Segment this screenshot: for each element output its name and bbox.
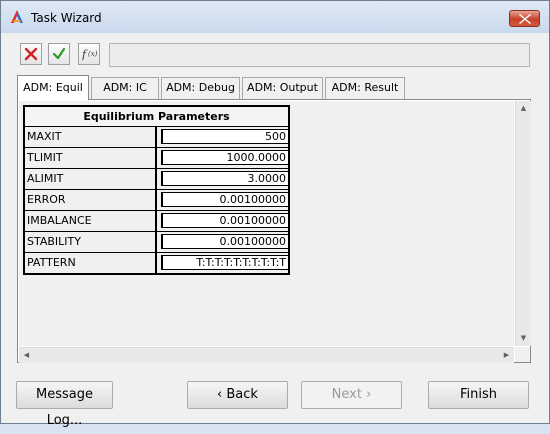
accept-check-icon xyxy=(52,47,66,60)
param-label: IMBALANCE xyxy=(25,211,157,231)
param-row-alimit: ALIMIT 3.0000 xyxy=(25,169,289,190)
close-icon xyxy=(519,14,531,24)
tab-strip: ADM: Equil ADM: IC ADM: Debug ADM: Outpu… xyxy=(17,75,537,100)
param-value-input[interactable]: 3.0000 xyxy=(161,171,289,186)
param-row-pattern: PATTERN T:T:T:T:T:T:T:T:T:T xyxy=(25,253,289,273)
scroll-down-arrow-icon[interactable]: ▼ xyxy=(516,331,531,346)
chevron-left-icon: ‹ xyxy=(217,387,227,402)
param-value-input[interactable]: 500 xyxy=(161,129,289,144)
equilibrium-parameters-table: Equilibrium Parameters MAXIT 500 TLIMIT … xyxy=(23,105,290,275)
param-label: STABILITY xyxy=(25,232,157,252)
param-row-error: ERROR 0.00100000 xyxy=(25,190,289,211)
task-wizard-window: Task Wizard f (x) ADM: Equil ADM: IC ADM… xyxy=(0,0,550,428)
tab-adm-equil[interactable]: ADM: Equil xyxy=(17,75,89,100)
accept-edit-button[interactable] xyxy=(48,43,70,65)
param-label: ALIMIT xyxy=(25,169,157,189)
close-button[interactable] xyxy=(509,10,540,27)
tab-adm-debug[interactable]: ADM: Debug xyxy=(161,77,240,99)
finish-button[interactable]: Finish xyxy=(428,381,529,409)
next-button[interactable]: Next › xyxy=(301,381,402,409)
wizard-client-area: f (x) ADM: Equil ADM: IC ADM: Debug ADM:… xyxy=(8,33,541,428)
param-value-input[interactable]: T:T:T:T:T:T:T:T:T:T xyxy=(161,255,289,270)
svg-text:(x): (x) xyxy=(88,50,98,58)
param-value-input[interactable]: 0.00100000 xyxy=(161,213,289,228)
param-row-tlimit: TLIMIT 1000.0000 xyxy=(25,148,289,169)
title-bar[interactable]: Task Wizard xyxy=(1,1,549,33)
param-label: MAXIT xyxy=(25,127,157,147)
scrollbar-corner xyxy=(515,347,530,362)
vertical-scrollbar[interactable]: ▲ ▼ xyxy=(515,101,531,346)
tab-adm-output[interactable]: ADM: Output xyxy=(242,77,323,99)
parameters-area: Equilibrium Parameters MAXIT 500 TLIMIT … xyxy=(19,101,514,346)
horizontal-scrollbar[interactable]: ◀ ▶ xyxy=(19,347,514,363)
window-title: Task Wizard xyxy=(31,11,102,25)
param-label: PATTERN xyxy=(25,253,157,273)
tab-adm-ic[interactable]: ADM: IC xyxy=(91,77,159,99)
param-label: ERROR xyxy=(25,190,157,210)
message-log-button[interactable]: Message Log... xyxy=(16,381,113,428)
cancel-x-icon xyxy=(24,47,38,61)
formula-input[interactable] xyxy=(109,43,530,67)
param-label: TLIMIT xyxy=(25,148,157,168)
tab-panel-equil: Equilibrium Parameters MAXIT 500 TLIMIT … xyxy=(17,99,531,363)
chevron-right-icon: › xyxy=(361,387,372,402)
next-label: Next xyxy=(331,387,362,402)
param-value-input[interactable]: 0.00100000 xyxy=(161,234,289,249)
function-icon: f (x) xyxy=(82,48,98,61)
scroll-up-arrow-icon[interactable]: ▲ xyxy=(516,101,531,116)
table-title: Equilibrium Parameters xyxy=(25,107,288,127)
back-label: Back xyxy=(226,387,258,402)
cancel-edit-button[interactable] xyxy=(20,43,42,65)
param-row-imbalance: IMBALANCE 0.00100000 xyxy=(25,211,289,232)
param-row-maxit: MAXIT 500 xyxy=(25,127,289,148)
param-row-stability: STABILITY 0.00100000 xyxy=(25,232,289,253)
scroll-right-arrow-icon[interactable]: ▶ xyxy=(499,348,514,363)
back-button[interactable]: ‹ Back xyxy=(187,381,288,409)
app-logo-icon xyxy=(11,10,23,23)
function-editor-button[interactable]: f (x) xyxy=(78,43,100,65)
param-value-input[interactable]: 0.00100000 xyxy=(161,192,289,207)
scroll-left-arrow-icon[interactable]: ◀ xyxy=(19,348,34,363)
tab-adm-result[interactable]: ADM: Result xyxy=(325,77,405,99)
param-value-input[interactable]: 1000.0000 xyxy=(161,150,289,165)
